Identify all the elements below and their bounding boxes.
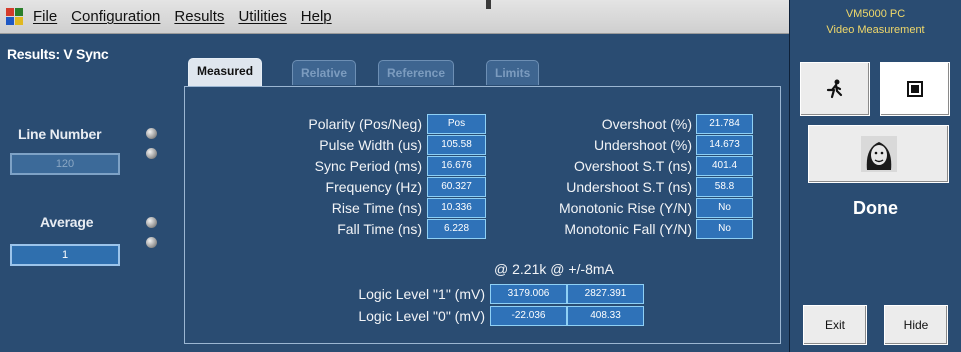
tab-reference[interactable]: Reference [378,60,455,85]
measurements-panel: Polarity (Pos/Neg) Pulse Width (us) Sync… [184,86,781,344]
undershoot-value: 14.673 [696,135,753,155]
frequency-value: 60.327 [427,177,486,197]
line-number-label: Line Number [18,126,102,142]
fall-time-value: 6.228 [427,219,486,239]
menu-file[interactable]: File [33,8,57,25]
frequency-label: Frequency (Hz) [325,179,422,195]
overshoot-st-label: Overshoot S.T (ns) [573,158,692,174]
line-number-knob-up[interactable] [146,128,157,139]
sync-period-label: Sync Period (ms) [314,158,422,174]
logic-level-0-value-8ma: 408.33 [567,306,644,326]
logic-level-1-label: Logic Level "1" (mV) [358,286,485,302]
menu-grip [486,0,491,9]
right-panel: VM5000 PC Video Measurement Done Exit Hi… [789,0,961,352]
face-button[interactable] [808,125,949,183]
logic-header: @ 2.21k @ +/-8mA [494,261,614,277]
average-field[interactable]: 1 [10,244,120,266]
rise-time-label: Rise Time (ns) [331,200,422,216]
average-label: Average [40,214,94,230]
menu-results[interactable]: Results [174,8,224,25]
line-number-field[interactable]: 120 [10,153,120,175]
status-done: Done [853,198,898,218]
polarity-value: Pos [427,114,486,134]
menu-utilities[interactable]: Utilities [238,8,286,25]
brand-header: VM5000 PC Video Measurement [790,0,961,46]
run-button[interactable] [800,62,870,116]
menu-bar: File Configuration Results Utilities Hel… [0,0,789,34]
logic-level-0-label: Logic Level "0" (mV) [358,308,485,324]
left-panel: Results: V Sync Line Number 120 Average … [0,34,174,352]
line-number-knob-down[interactable] [146,148,157,159]
undershoot-st-value: 58.8 [696,177,753,197]
brand-title: VM5000 PC [845,8,906,20]
overshoot-value: 21.784 [696,114,753,134]
undershoot-st-label: Undershoot S.T (ns) [566,179,692,195]
hide-button[interactable]: Hide [884,305,948,345]
menu-help[interactable]: Help [301,8,332,25]
app-icon[interactable] [5,7,25,27]
overshoot-st-value: 401.4 [696,156,753,176]
monotonic-rise-label: Monotonic Rise (Y/N) [558,200,692,216]
run-icon [826,79,843,99]
pulse-width-value: 105.58 [427,135,486,155]
monotonic-fall-value: No [696,219,753,239]
stop-icon [907,81,923,97]
fall-time-label: Fall Time (ns) [337,221,422,237]
monotonic-fall-label: Monotonic Fall (Y/N) [564,221,692,237]
logic-level-1-value-8ma: 2827.391 [567,284,644,304]
brand-subtitle: Video Measurement [826,24,925,36]
monotonic-rise-value: No [696,198,753,218]
results-title: Results: V Sync [7,46,109,62]
polarity-label: Polarity (Pos/Neg) [308,116,422,132]
logic-level-1-value-2k: 3179.006 [490,284,567,304]
average-knob-up[interactable] [146,217,157,228]
face-icon [860,136,897,172]
overshoot-label: Overshoot (%) [601,116,692,132]
average-knob-down[interactable] [146,237,157,248]
sync-period-value: 16.676 [427,156,486,176]
tab-relative[interactable]: Relative [292,60,357,85]
tab-limits[interactable]: Limits [486,60,540,85]
tab-measured[interactable]: Measured [188,58,263,86]
stop-button[interactable] [880,62,950,116]
exit-button[interactable]: Exit [803,305,867,345]
menu-configuration[interactable]: Configuration [71,8,160,25]
undershoot-label: Undershoot (%) [593,137,692,153]
logic-level-0-value-2k: -22.036 [490,306,567,326]
rise-time-value: 10.336 [427,198,486,218]
pulse-width-label: Pulse Width (us) [319,137,422,153]
